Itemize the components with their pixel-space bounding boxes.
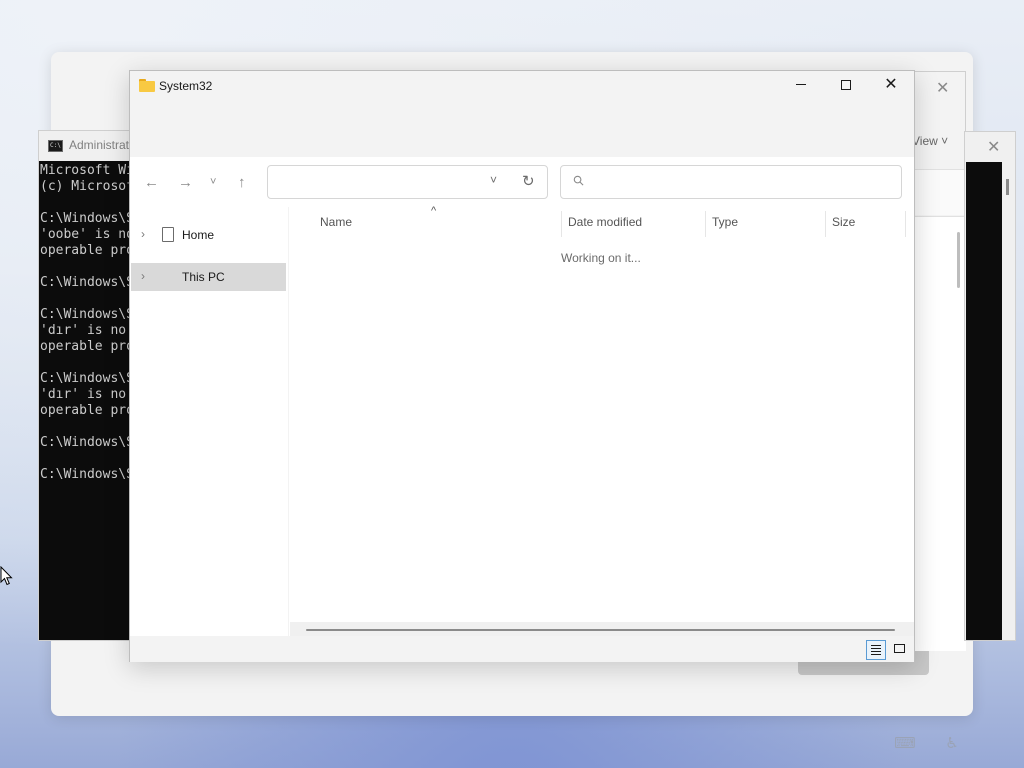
background-console-window: ✕	[964, 131, 1016, 641]
file-explorer-window: System32 ✕ ← → ˅ ↑ ˅ ↻ › Home › This PC …	[129, 70, 915, 662]
horizontal-scrollbar[interactable]	[290, 622, 914, 636]
folder-icon	[139, 79, 155, 92]
file-list[interactable]	[289, 207, 914, 661]
scrollbar-thumb[interactable]	[1006, 179, 1009, 195]
column-header-type[interactable]: Type	[712, 215, 738, 229]
address-bar[interactable]: ˅ ↻	[267, 165, 548, 199]
mouse-pointer-icon	[0, 566, 13, 586]
refresh-icon[interactable]: ↻	[522, 172, 535, 190]
large-icons-view-icon	[894, 644, 905, 653]
view-menu-label: View	[912, 134, 938, 148]
chevron-right-icon[interactable]: ›	[141, 269, 145, 283]
close-button[interactable]: ✕	[868, 71, 914, 101]
maximize-button[interactable]	[823, 71, 869, 101]
details-view-icon	[871, 645, 881, 657]
arrow-right-icon: →	[178, 174, 193, 191]
sidebar-item-home[interactable]: › Home	[131, 221, 286, 249]
chevron-down-icon: ˅	[210, 176, 217, 188]
maximize-icon	[841, 79, 851, 90]
close-icon[interactable]: ✕	[936, 78, 949, 98]
back-button[interactable]: ←	[144, 174, 159, 191]
search-icon	[573, 175, 584, 186]
column-divider[interactable]	[561, 211, 562, 237]
loading-message: Working on it...	[561, 251, 641, 265]
document-icon	[162, 227, 174, 242]
search-input[interactable]	[560, 165, 902, 199]
close-icon: ✕	[884, 76, 898, 93]
console-area	[966, 162, 1002, 640]
forward-button[interactable]: →	[178, 174, 193, 191]
column-divider[interactable]	[825, 211, 826, 237]
up-button[interactable]: ↑	[238, 174, 246, 191]
address-dropdown-icon[interactable]: ˅	[490, 173, 497, 187]
arrow-up-icon: ↑	[238, 174, 246, 191]
cmd-titlebar[interactable]: C:\ Administrator	[39, 131, 140, 161]
explorer-titlebar[interactable]: System32 ✕	[130, 71, 914, 103]
background-pane	[914, 169, 966, 215]
sort-ascending-icon: ^	[431, 205, 437, 217]
scrollbar-thumb[interactable]	[306, 629, 895, 631]
minimize-icon	[796, 84, 806, 86]
close-icon[interactable]: ✕	[987, 137, 1000, 157]
scrollbar-thumb[interactable]	[957, 232, 960, 288]
command-prompt-window: C:\ Administrator Microsoft Wi (c) Micro…	[38, 130, 140, 641]
keyboard-icon[interactable]: ⌨	[894, 734, 916, 754]
sidebar-item-label: Home	[182, 228, 215, 242]
column-divider[interactable]	[905, 211, 906, 237]
large-icons-view-button[interactable]	[890, 640, 910, 660]
column-header-size[interactable]: Size	[832, 215, 855, 229]
arrow-left-icon: ←	[144, 174, 159, 191]
accessibility-icon[interactable]: ♿	[941, 734, 963, 754]
view-menu[interactable]: View ˅	[912, 134, 948, 148]
column-header-date-modified[interactable]: Date modified	[568, 215, 642, 229]
sidebar-item-this-pc[interactable]: › This PC	[131, 263, 286, 291]
console-output[interactable]: Microsoft Wi (c) Microsof C:\Windows\S '…	[39, 161, 137, 483]
window-title: System32	[159, 79, 213, 93]
sidebar-item-label: This PC	[182, 270, 225, 284]
recent-locations-button[interactable]: ˅	[210, 176, 216, 188]
status-bar	[130, 636, 914, 662]
minimize-button[interactable]	[778, 71, 824, 101]
cmd-icon: C:\	[48, 140, 63, 152]
chevron-right-icon[interactable]: ›	[141, 227, 145, 241]
column-divider[interactable]	[705, 211, 706, 237]
navigation-bar: ← → ˅ ↑ ˅ ↻	[130, 157, 914, 207]
details-view-button[interactable]	[866, 640, 886, 660]
column-header-name[interactable]: Name	[320, 215, 352, 229]
